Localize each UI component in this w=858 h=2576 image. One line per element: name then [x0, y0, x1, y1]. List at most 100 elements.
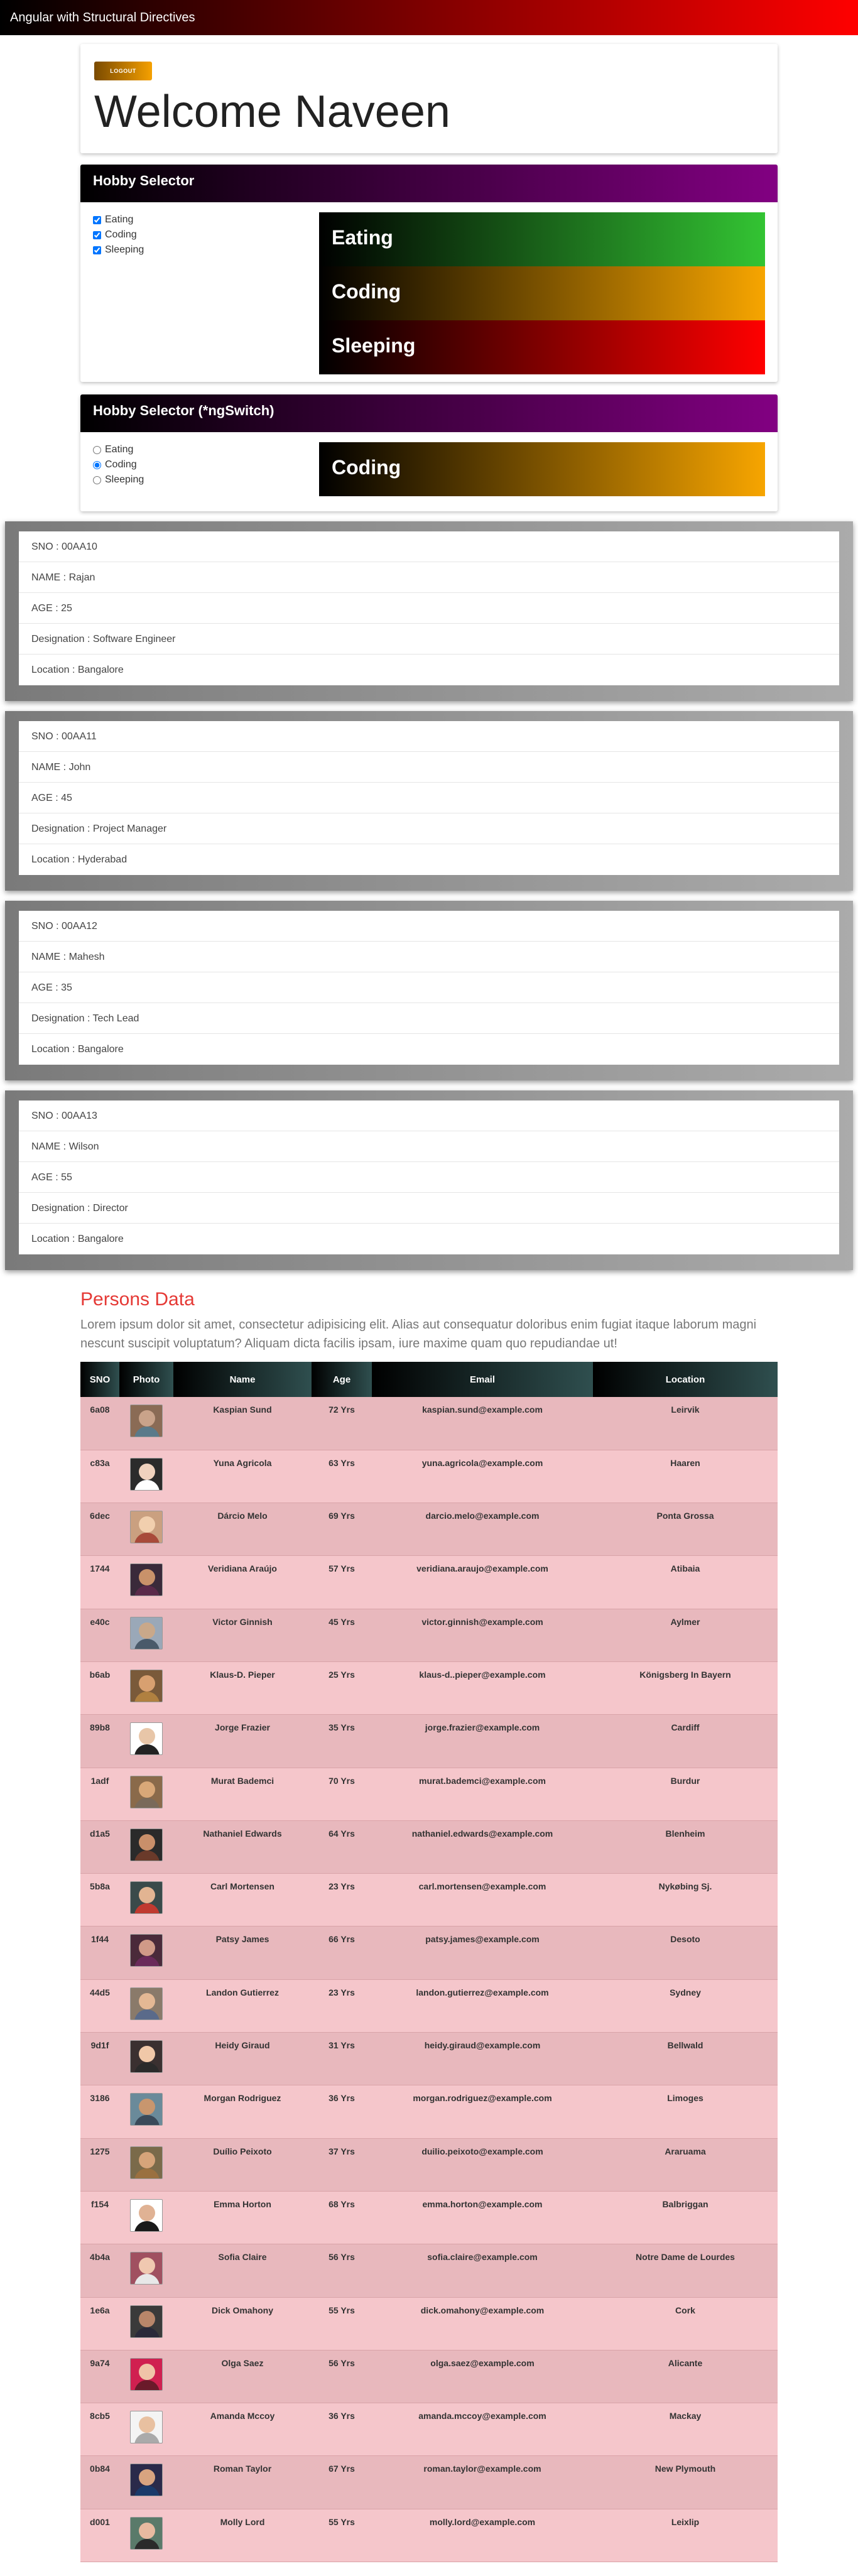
cell-name: Molly Lord	[173, 2509, 312, 2563]
cell-email: duilio.peixoto@example.com	[372, 2138, 593, 2192]
hobby-option-coding[interactable]: Coding	[93, 227, 319, 242]
table-row[interactable]: f154 Emma Horton 68 Yrs emma.horton@example…	[80, 2191, 778, 2245]
cell-photo	[119, 1450, 173, 1504]
cell-sno: 9a74	[80, 2350, 119, 2404]
table-row[interactable]: 3186 Morgan Rodriguez 36 Yrs morgan.rodrigu…	[80, 2085, 778, 2139]
cell-sno: d1a5	[80, 1820, 119, 1874]
avatar-icon	[130, 1616, 163, 1649]
welcome-heading: Welcome Naveen	[94, 87, 450, 137]
cell-photo	[119, 1873, 173, 1927]
cell-name: Victor Ginnish	[173, 1609, 312, 1662]
table-row[interactable]: 9d1f Heidy Giraud 31 Yrs heidy.giraud@examp…	[80, 2032, 778, 2086]
table-row[interactable]: b6ab Klaus-D. Pieper 25 Yrs klaus-d..pieper…	[80, 1661, 778, 1715]
cell-name: Dick Omahony	[173, 2297, 312, 2350]
cell-location: Blenheim	[593, 1820, 778, 1874]
persons-title: Persons Data	[80, 1289, 195, 1310]
cell-name: Klaus-D. Pieper	[173, 1661, 312, 1715]
cell-sno: 6dec	[80, 1503, 119, 1557]
table-row[interactable]: 44d5 Landon Gutierrez 23 Yrs landon.gutierr…	[80, 1979, 778, 2033]
eating-panel: Eating	[319, 212, 765, 266]
cell-name: Nathaniel Edwards	[173, 1820, 312, 1874]
cell-photo	[119, 1820, 173, 1874]
cell-location: Bellwald	[593, 2032, 778, 2086]
table-row[interactable]: 89b8 Jorge Frazier 35 Yrs jorge.frazier@exa…	[80, 1714, 778, 1768]
table-row[interactable]: 1adf Murat Bademci 70 Yrs murat.bademci@exa…	[80, 1768, 778, 1821]
cell-location: New Plymouth	[593, 2455, 778, 2509]
hobby-radio-sleeping[interactable]: Sleeping	[93, 472, 319, 487]
avatar-icon	[130, 2040, 163, 2073]
employee-age: AGE : 55	[19, 1162, 839, 1193]
cell-age: 68 Yrs	[312, 2191, 372, 2245]
cell-age: 70 Yrs	[312, 1768, 372, 1821]
cell-sno: b6ab	[80, 1661, 119, 1715]
cell-email: darcio.melo@example.com	[372, 1503, 593, 1557]
sleeping-checkbox[interactable]	[93, 246, 101, 254]
avatar-icon	[130, 1511, 163, 1544]
table-row[interactable]: 1744 Veridiana Araújo 57 Yrs veridiana.arau…	[80, 1555, 778, 1609]
cell-email: patsy.james@example.com	[372, 1926, 593, 1980]
table-row[interactable]: d001 Molly Lord 55 Yrs molly.lord@example.c…	[80, 2509, 778, 2563]
table-row[interactable]: 6a08 Kaspian Sund 72 Yrs kaspian.sund@examp…	[80, 1397, 778, 1450]
cell-email: victor.ginnish@example.com	[372, 1609, 593, 1662]
table-row[interactable]: 1275 Duílio Peixoto 37 Yrs duilio.peixoto@e…	[80, 2138, 778, 2192]
cell-location: Notre Dame de Lourdes	[593, 2244, 778, 2298]
table-row[interactable]: 5b8a Carl Mortensen 23 Yrs carl.mortensen@e…	[80, 1873, 778, 1927]
cell-email: emma.horton@example.com	[372, 2191, 593, 2245]
cell-age: 56 Yrs	[312, 2244, 372, 2298]
eating-checkbox[interactable]	[93, 215, 101, 224]
hobby-option-sleeping[interactable]: Sleeping	[93, 242, 319, 258]
table-row[interactable]: 9a74 Olga Saez 56 Yrs olga.saez@example.com…	[80, 2350, 778, 2404]
hobby-radio-coding[interactable]: Coding	[93, 457, 319, 472]
cell-sno: 0b84	[80, 2455, 119, 2509]
table-row[interactable]: 6dec Dárcio Melo 69 Yrs darcio.melo@example…	[80, 1503, 778, 1557]
cell-email: kaspian.sund@example.com	[372, 1397, 593, 1450]
table-row[interactable]: 0b84 Roman Taylor 67 Yrs roman.taylor@examp…	[80, 2455, 778, 2509]
cell-location: Cardiff	[593, 1714, 778, 1768]
cell-location: Alicante	[593, 2350, 778, 2404]
avatar-icon	[130, 1457, 163, 1491]
employee-detail-list: SNO : 00AA13 NAME : Wilson AGE : 55 Designa…	[19, 1101, 839, 1254]
hobby-radio-eating[interactable]: Eating	[93, 442, 319, 457]
cell-location: Ponta Grossa	[593, 1503, 778, 1557]
hobby-switch-card: Hobby Selector (*ngSwitch) Eating Coding…	[80, 394, 778, 511]
sleeping-radio[interactable]	[93, 476, 101, 484]
cell-photo	[119, 2509, 173, 2563]
avatar-icon	[130, 1405, 163, 1437]
cell-photo	[119, 2403, 173, 2457]
cell-location: Atibaia	[593, 1555, 778, 1609]
cell-photo	[119, 1555, 173, 1609]
employee-sno: SNO : 00AA11	[19, 721, 839, 752]
table-row[interactable]: 1e6a Dick Omahony 55 Yrs dick.omahony@examp…	[80, 2297, 778, 2350]
cell-age: 69 Yrs	[312, 1503, 372, 1557]
table-row[interactable]: 4b4a Sofia Claire 56 Yrs sofia.claire@examp…	[80, 2244, 778, 2298]
app-title[interactable]: Angular with Structural Directives	[10, 11, 195, 24]
coding-radio[interactable]	[93, 460, 101, 469]
cell-sno: 8cb5	[80, 2403, 119, 2457]
employee-age: AGE : 25	[19, 593, 839, 624]
table-row[interactable]: d1a5 Nathaniel Edwards 64 Yrs nathaniel.edw…	[80, 1820, 778, 1874]
hobby-option-eating[interactable]: Eating	[93, 212, 319, 227]
logout-button[interactable]: LOGOUT	[94, 62, 152, 80]
cell-name: Sofia Claire	[173, 2244, 312, 2298]
employee-sno: SNO : 00AA10	[19, 531, 839, 562]
table-row[interactable]: 8cb5 Amanda Mccoy 36 Yrs amanda.mccoy@examp…	[80, 2403, 778, 2457]
eating-radio[interactable]	[93, 445, 101, 454]
employee-card: SNO : 00AA13 NAME : Wilson AGE : 55 Designa…	[5, 1090, 853, 1270]
avatar-icon	[130, 2146, 163, 2179]
cell-age: 37 Yrs	[312, 2138, 372, 2192]
table-row[interactable]: c83a Yuna Agricola 63 Yrs yuna.agricola@exa…	[80, 1450, 778, 1504]
cell-sno: 9d1f	[80, 2032, 119, 2086]
table-row[interactable]: e40c Victor Ginnish 45 Yrs victor.ginnish@e…	[80, 1609, 778, 1662]
col-name: Name	[173, 1362, 312, 1397]
employee-name: NAME : Rajan	[19, 562, 839, 593]
cell-email: murat.bademci@example.com	[372, 1768, 593, 1821]
table-row[interactable]: 1f44 Patsy James 66 Yrs patsy.james@example…	[80, 1926, 778, 1980]
cell-location: Nykøbing Sj.	[593, 1873, 778, 1927]
avatar-icon	[130, 2093, 163, 2126]
cell-age: 64 Yrs	[312, 1820, 372, 1874]
persons-table: SNO Photo Name Age Email Location 6a08 Ka…	[80, 1362, 778, 2563]
coding-checkbox[interactable]	[93, 231, 101, 239]
employee-designation: Designation : Software Engineer	[19, 624, 839, 655]
cell-name: Emma Horton	[173, 2191, 312, 2245]
avatar-icon	[130, 2516, 163, 2550]
